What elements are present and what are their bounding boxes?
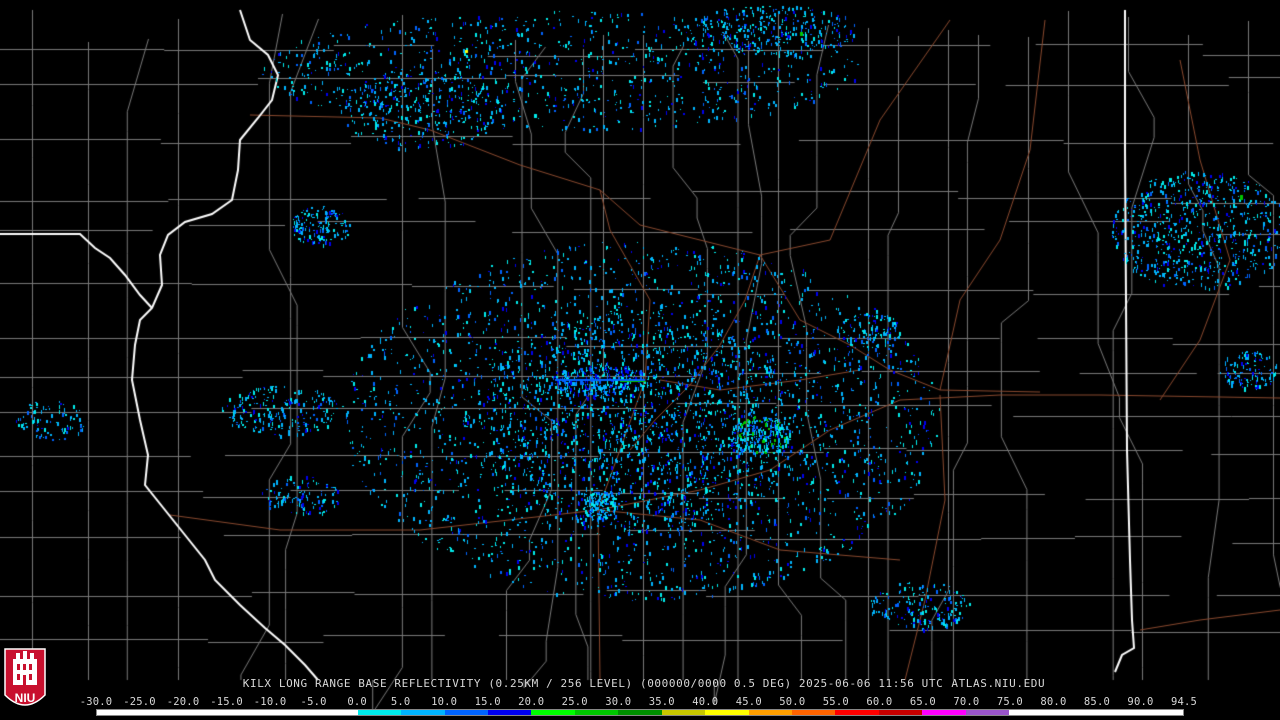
product-caption: KILX LONG RANGE BASE REFLECTIVITY (0.25K… (0, 677, 1280, 690)
scale-label: -20.0 (166, 696, 200, 708)
scale-label: 20.0 (518, 696, 545, 708)
scale-label: 40.0 (692, 696, 719, 708)
scale-label: 80.0 (1040, 696, 1067, 708)
scale-label: -30.0 (79, 696, 113, 708)
logo-text: NIU (15, 691, 36, 705)
scale-label: 0.0 (347, 696, 367, 708)
colorbar-segment (140, 710, 184, 715)
scale-label: -15.0 (210, 696, 243, 708)
colorbar-segment (1139, 710, 1183, 715)
radar-map (0, 0, 1280, 720)
niu-logo-icon: NIU (4, 648, 46, 706)
colorbar-segment (314, 710, 358, 715)
colorbar-segment (965, 710, 1010, 715)
colorbar-segment (1052, 710, 1097, 715)
scale-label: 90.0 (1127, 696, 1154, 708)
colorbar-segment (183, 710, 228, 715)
colorbar-segment (97, 710, 141, 715)
scale-label: 35.0 (648, 696, 675, 708)
scale-label: 60.0 (866, 696, 893, 708)
colorbar-segment (574, 710, 619, 715)
colorbar-segment (835, 710, 879, 715)
reflectivity-scale-labels: -30.0 -25.0 -20.0 -15.0 -10.0 -5.0 0.0 5.0 10.0 1… (80, 696, 1197, 708)
colorbar-segment (227, 710, 271, 715)
scale-label: 15.0 (474, 696, 501, 708)
scale-label: 30.0 (605, 696, 632, 708)
colorbar-segment (748, 710, 792, 715)
scale-label: 5.0 (390, 696, 411, 708)
scale-label: 55.0 (822, 696, 849, 708)
colorbar-segment (444, 710, 488, 715)
scale-label: 94.5 (1170, 696, 1198, 708)
scale-label: -25.0 (123, 696, 156, 708)
colorbar-segment (531, 710, 575, 715)
colorbar-segment (357, 710, 402, 715)
colorbar-segment (878, 710, 923, 715)
colorbar-segment (618, 710, 662, 715)
reflectivity-colorbar (96, 709, 1184, 716)
scale-label: -10.0 (253, 696, 287, 708)
scale-label: 85.0 (1083, 696, 1110, 708)
colorbar-segment (270, 710, 315, 715)
colorbar-segment (1009, 710, 1053, 715)
product-title: KILX LONG RANGE BASE REFLECTIVITY (0.25K… (242, 677, 944, 690)
colorbar-segment (705, 710, 749, 715)
scale-label: 70.0 (953, 696, 980, 708)
scale-label: 50.0 (779, 696, 806, 708)
colorbar-segment (401, 710, 445, 715)
scale-label: 75.0 (996, 696, 1023, 708)
colorbar-segment (661, 710, 706, 715)
scale-label: 10.0 (431, 696, 458, 708)
scale-label: 25.0 (561, 696, 588, 708)
colorbar-segment (1096, 710, 1140, 715)
source-label: ATLAS.NIU.EDU (951, 677, 1046, 690)
scale-label: 65.0 (909, 696, 936, 708)
scale-label: -5.0 (300, 696, 327, 708)
scale-label: 45.0 (735, 696, 762, 708)
colorbar-segment (922, 710, 966, 715)
colorbar-segment (792, 710, 836, 715)
colorbar-segment (487, 710, 532, 715)
